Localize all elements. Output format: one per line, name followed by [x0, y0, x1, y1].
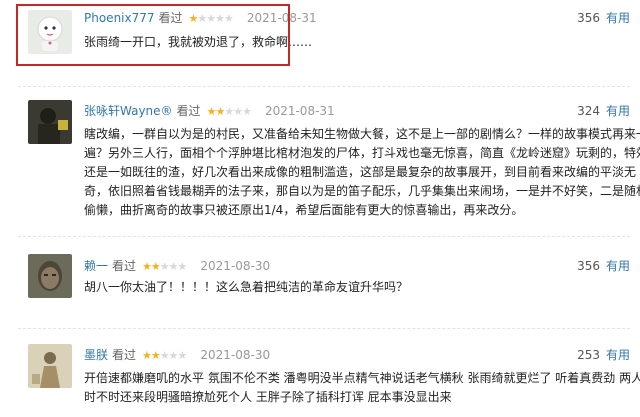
highlight-box	[16, 4, 290, 66]
review-line: 遍？另外三人行，面相个个浮肿堪比棺材泡发的尸体，打斗戏也毫无惊喜，简直《龙岭迷窟…	[84, 146, 640, 160]
review-meta: 张咏轩Wayne® 看过 ★★★★★ 2021-08-31	[84, 103, 335, 120]
divider	[18, 86, 630, 87]
review-line: 偷懒，曲折离奇的故事只被还原出1/4，希望后面能有更大的惊喜输出，再来改分。	[84, 203, 524, 217]
review-line: 开倍速都嫌磨叽的水平 氛围不伦不类 潘粤明没半点精气神说话老气横秋 张雨绮就更烂…	[84, 371, 640, 385]
divider	[18, 328, 630, 329]
vote-count: 253	[577, 348, 600, 362]
star-empty-icon: ★	[233, 105, 243, 118]
divider	[18, 236, 630, 237]
review-date: 2021-08-30	[200, 259, 271, 273]
review-line: 时不时还来段明骚暗撩尬死个人 王胖子除了插科打诨 屁本事没显出来	[84, 390, 452, 404]
star-empty-icon: ★	[177, 349, 188, 362]
review-line: 还是一如既往的渣，好几次看出来成像的粗制滥造，这部是最复杂的故事展开，到目前看来…	[84, 165, 637, 179]
rating-stars: ★★★★★	[142, 259, 188, 275]
star-empty-icon: ★	[242, 105, 252, 118]
useful-button[interactable]: 有用	[606, 11, 630, 25]
username-link[interactable]: 赖一	[84, 259, 108, 273]
star-filled-icon: ★	[215, 105, 225, 118]
username-link[interactable]: 墨朕	[84, 348, 108, 362]
star-empty-icon: ★	[168, 349, 179, 362]
review-content: 瞎改编，一群自以为是的村民，又准备给未知生物做大餐，这不是上一部的剧情么？一样的…	[84, 125, 640, 220]
rating-stars: ★★★★★	[142, 348, 188, 364]
useful-button[interactable]: 有用	[606, 348, 630, 362]
review-date: 2021-08-31	[264, 104, 335, 118]
star-empty-icon: ★	[168, 260, 179, 273]
vote-area: 356 有用	[577, 10, 630, 26]
review-meta: 墨朕 看过 ★★★★★ 2021-08-30	[84, 347, 270, 364]
figure-avatar[interactable]	[28, 344, 72, 388]
useful-button[interactable]: 有用	[606, 104, 630, 118]
star-filled-icon: ★	[150, 349, 161, 362]
review-line: 胡八一你太油了！！！！这么急着把纯洁的革命友谊升华吗？	[84, 280, 409, 294]
vote-area: 324 有用	[577, 103, 630, 119]
watched-status: 看过	[176, 104, 201, 118]
vote-count: 356	[577, 259, 600, 273]
star-filled-icon: ★	[150, 260, 161, 273]
vote-count: 324	[577, 104, 600, 118]
review-line: 瞎改编，一群自以为是的村民，又准备给未知生物做大餐，这不是上一部的剧情么？一样的…	[84, 127, 640, 141]
review-content: 胡八一你太油了！！！！这么急着把纯洁的革命友谊升华吗？	[84, 278, 408, 297]
star-empty-icon: ★	[177, 260, 188, 273]
watched-status: 看过	[112, 259, 137, 273]
review-meta: 赖一 看过 ★★★★★ 2021-08-30	[84, 258, 270, 275]
face-avatar[interactable]	[28, 254, 72, 298]
review-line: 奇，依旧照着省钱最糊弄的法子来，那自以为是的笛子配乐，几乎集集出来闹场，一是并不…	[84, 184, 640, 198]
review-date: 2021-08-30	[200, 348, 271, 362]
rating-stars: ★★★★★	[207, 104, 252, 120]
useful-button[interactable]: 有用	[606, 259, 630, 273]
watched-status: 看过	[112, 348, 137, 362]
star-filled-icon: ★	[142, 349, 152, 362]
star-empty-icon: ★	[159, 260, 170, 273]
star-empty-icon: ★	[159, 349, 170, 362]
dark-person-avatar[interactable]	[28, 100, 72, 144]
star-empty-icon: ★	[224, 105, 234, 118]
vote-area: 356 有用	[577, 258, 630, 274]
review-content: 开倍速都嫌磨叽的水平 氛围不伦不类 潘粤明没半点精气神说话老气横秋 张雨绮就更烂…	[84, 369, 640, 407]
vote-area: 253 有用	[577, 347, 630, 363]
star-filled-icon: ★	[142, 260, 152, 273]
vote-count: 356	[577, 11, 600, 25]
username-link[interactable]: 张咏轩Wayne®	[84, 104, 173, 118]
